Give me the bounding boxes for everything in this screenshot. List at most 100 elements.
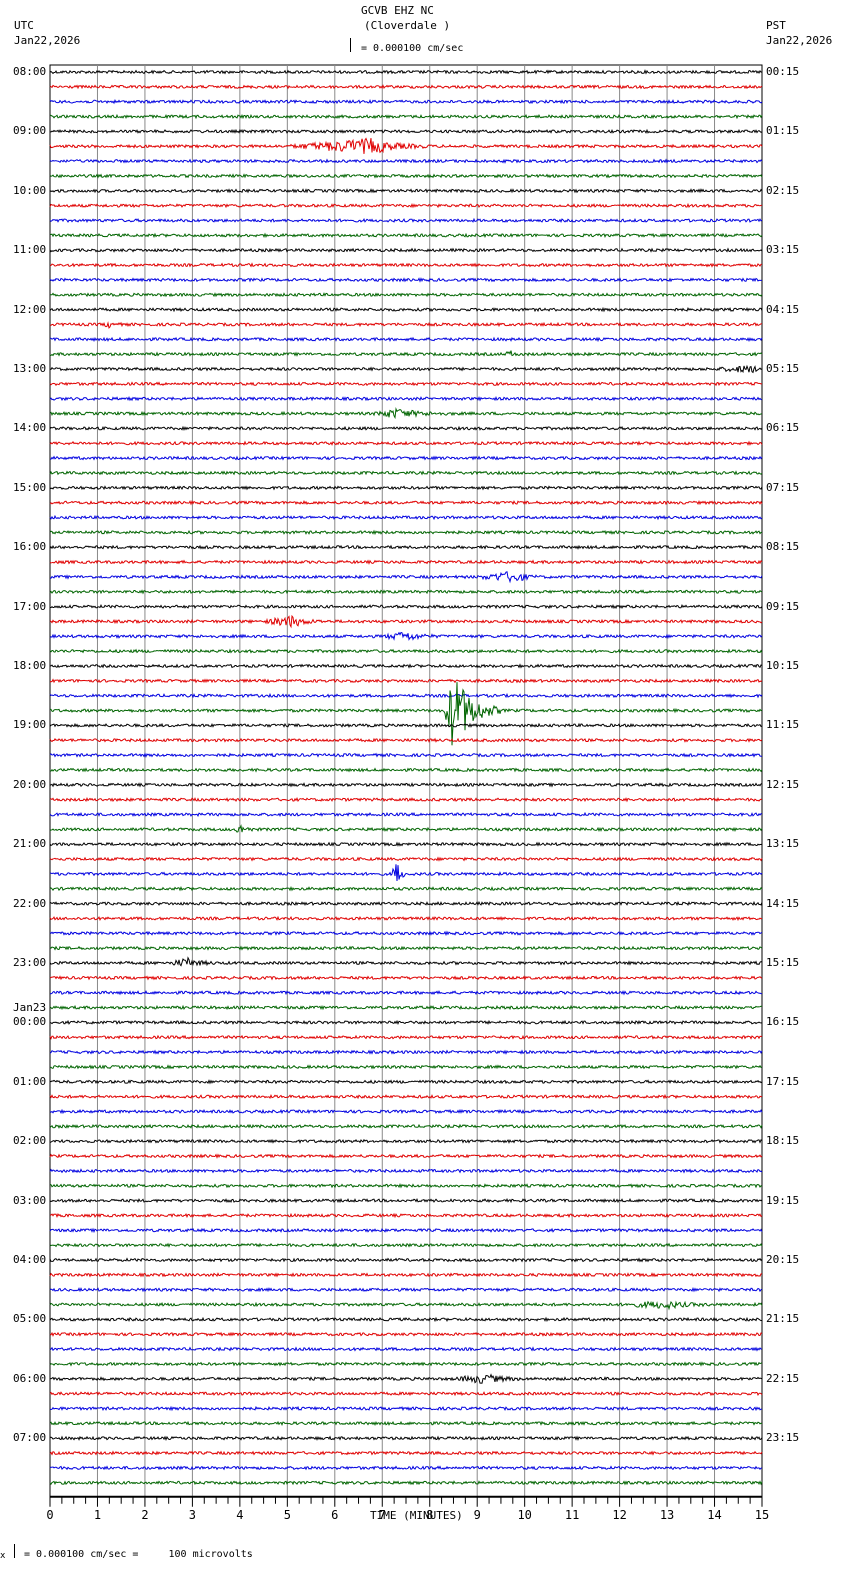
seismic-trace [49, 128, 763, 134]
seismic-trace [49, 1123, 763, 1129]
seismic-trace [49, 1242, 763, 1248]
seismic-trace [49, 692, 763, 699]
x-tick-label: 13 [660, 1508, 674, 1522]
seismic-trace [49, 1316, 763, 1323]
seismic-trace [49, 824, 763, 833]
seismic-trace [49, 956, 763, 967]
seismic-trace [49, 247, 763, 253]
seismic-trace [49, 648, 763, 654]
seismic-trace [49, 1480, 763, 1486]
seismic-trace [49, 1450, 763, 1456]
seismic-trace [49, 1049, 763, 1055]
seismic-trace [49, 589, 763, 595]
seismic-trace [49, 1004, 763, 1011]
x-tick-label: 10 [517, 1508, 531, 1522]
seismic-trace [49, 841, 763, 847]
seismic-trace [49, 752, 763, 758]
seismic-trace [49, 321, 763, 329]
seismic-trace [49, 1168, 763, 1174]
seismic-trace [49, 1435, 763, 1442]
seismic-trace [49, 425, 763, 432]
seismic-trace [49, 1108, 763, 1115]
seismic-trace [49, 455, 763, 461]
seismic-trace [49, 1138, 763, 1144]
seismic-trace [49, 1361, 763, 1367]
x-tick-label: 9 [474, 1508, 481, 1522]
seismic-trace [49, 1182, 763, 1189]
seismic-trace [49, 306, 763, 313]
x-tick-label: 5 [284, 1508, 291, 1522]
seismic-trace [49, 915, 763, 922]
seismic-trace [49, 544, 763, 550]
seismic-trace [49, 722, 763, 728]
seismic-trace [49, 930, 763, 937]
seismic-trace [49, 364, 763, 374]
seismic-trace [49, 336, 763, 343]
seismic-trace [49, 202, 763, 209]
seismic-trace [49, 1420, 763, 1427]
seismic-trace [50, 682, 763, 746]
seismic-trace [49, 885, 763, 892]
seismogram-plot: 0 1 2 3 4 5 6 7 8 9 10 11 12 13 14 15 [46, 64, 769, 1522]
seismic-trace [49, 188, 763, 194]
x-tick-label: 8 [426, 1508, 433, 1522]
seismic-trace [49, 782, 763, 788]
x-tick-label: 12 [612, 1508, 626, 1522]
seismic-trace [49, 864, 763, 882]
seismic-trace [49, 1093, 763, 1100]
seismic-trace [49, 69, 763, 75]
seismic-trace [49, 1034, 763, 1040]
seismic-trace [49, 900, 763, 907]
seismic-trace [49, 1257, 763, 1263]
seismic-trace [49, 975, 763, 981]
seismic-trace [49, 440, 763, 446]
seismic-trace [49, 1373, 763, 1384]
seismic-trace [49, 1079, 763, 1085]
seismic-trace [50, 292, 763, 298]
seismic-trace [49, 158, 763, 164]
seismic-trace [49, 1465, 763, 1471]
seismic-trace [49, 1064, 763, 1070]
seismic-trace [49, 173, 763, 179]
x-tick-label: 3 [189, 1508, 196, 1522]
seismic-trace [49, 811, 763, 818]
seismic-trace [49, 559, 763, 565]
seismic-trace [50, 990, 763, 996]
x-tick-label: 4 [236, 1508, 243, 1522]
seismic-trace [49, 603, 763, 610]
x-tick-label: 2 [141, 1508, 148, 1522]
seismic-trace [49, 217, 763, 224]
x-tick-label: 0 [46, 1508, 53, 1522]
seismic-trace [49, 797, 763, 803]
seismic-trace [49, 1212, 763, 1219]
seismic-trace [49, 1019, 763, 1026]
seismic-trace [49, 767, 763, 773]
seismic-trace [49, 499, 763, 506]
seismic-trace [50, 350, 763, 357]
x-tick-label: 15 [755, 1508, 769, 1522]
seismic-trace [49, 232, 763, 239]
seismic-trace [49, 277, 763, 283]
seismic-trace [49, 113, 763, 120]
x-tick-label: 14 [707, 1508, 721, 1522]
seismic-trace [49, 137, 763, 154]
seismic-trace [49, 1272, 763, 1278]
seismic-trace [49, 1300, 763, 1311]
seismic-trace [49, 571, 763, 584]
seismic-trace [49, 262, 763, 268]
x-tick-label: 1 [94, 1508, 101, 1522]
seismic-trace [49, 1391, 763, 1397]
seismic-trace [49, 1197, 763, 1204]
seismic-trace [49, 84, 763, 90]
seismic-trace [49, 1287, 763, 1293]
seismic-trace [49, 631, 763, 641]
seismic-trace [49, 945, 763, 951]
x-tick-label: 7 [379, 1508, 386, 1522]
seismic-trace [49, 396, 763, 402]
seismic-trace [49, 1405, 762, 1412]
seismic-trace [49, 381, 762, 387]
x-tick-label: 11 [565, 1508, 579, 1522]
seismic-trace [49, 856, 763, 862]
x-tick-label: 6 [331, 1508, 338, 1522]
seismic-trace [49, 529, 762, 536]
